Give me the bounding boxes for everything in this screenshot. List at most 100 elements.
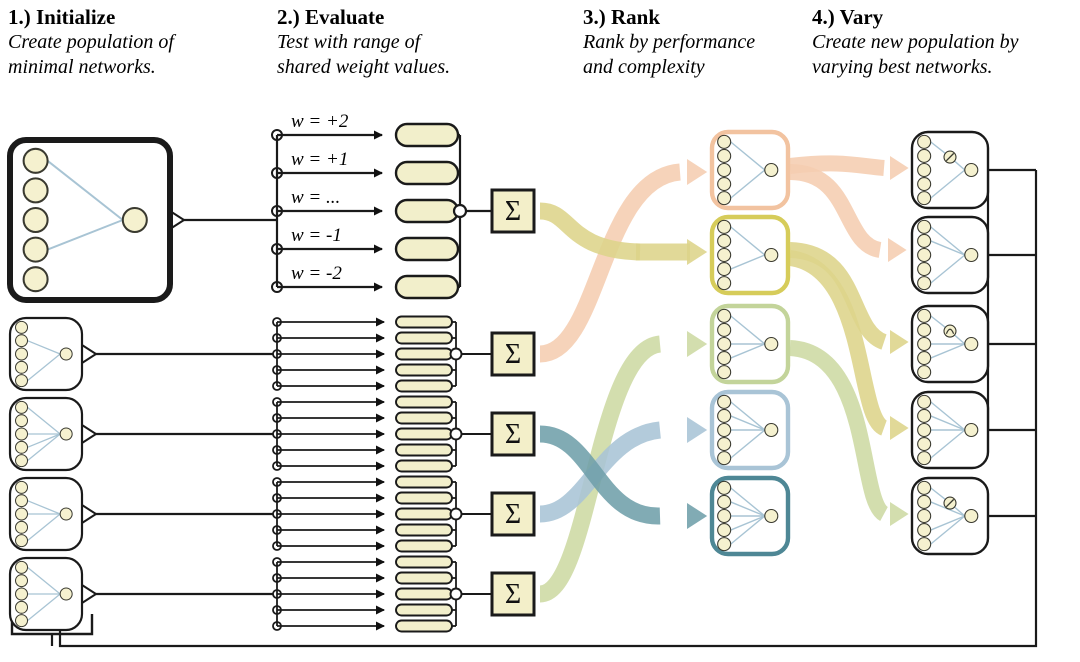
input-node bbox=[917, 219, 932, 234]
ranked-network-4 bbox=[709, 389, 791, 471]
output-arrow-head bbox=[81, 343, 98, 365]
trial-result-pill bbox=[395, 491, 453, 505]
trial-junction-node bbox=[449, 427, 463, 441]
input-node bbox=[15, 587, 29, 601]
input-node bbox=[15, 534, 29, 548]
trial-result-pill bbox=[395, 427, 453, 441]
ribbon-arrow-rank-3 bbox=[687, 331, 708, 357]
input-node bbox=[917, 336, 932, 352]
ribbon-arrow-vary-c bbox=[890, 330, 909, 354]
varied-network-5 bbox=[910, 476, 990, 556]
ribbon-arrow-vary-d bbox=[890, 416, 909, 440]
varied-network-4 bbox=[910, 390, 990, 470]
input-node bbox=[717, 422, 732, 438]
input-node bbox=[15, 507, 29, 521]
ribbon-vary-a bbox=[789, 164, 883, 258]
trial-result-pill bbox=[395, 395, 453, 409]
output-node bbox=[764, 247, 779, 263]
trial-result-pill bbox=[395, 555, 453, 569]
trial-result-pill bbox=[395, 475, 453, 489]
trial-result-pill bbox=[395, 459, 453, 473]
input-node bbox=[917, 365, 932, 380]
ribbon-arrow-rank-5 bbox=[687, 503, 708, 529]
trial-result-pill bbox=[394, 198, 460, 224]
sigma-glyph: Σ bbox=[505, 339, 521, 370]
ranked-network-2 bbox=[709, 214, 791, 296]
ribbon-arrow-rank-2 bbox=[687, 239, 708, 265]
input-node bbox=[717, 262, 732, 277]
weight-label: w = -2 bbox=[291, 263, 342, 284]
input-node bbox=[917, 322, 932, 337]
input-node bbox=[917, 162, 932, 178]
input-node bbox=[717, 148, 732, 163]
trial-result-pill bbox=[395, 411, 453, 425]
input-node bbox=[15, 320, 29, 334]
input-node bbox=[22, 236, 49, 263]
output-node bbox=[964, 336, 979, 352]
input-node bbox=[15, 440, 29, 454]
input-node bbox=[15, 574, 29, 588]
varied-network-1 bbox=[910, 130, 990, 210]
population-member-1 bbox=[8, 316, 84, 392]
ranked-network-1 bbox=[709, 129, 791, 211]
trial-result-pill bbox=[394, 122, 460, 148]
input-node bbox=[917, 191, 932, 206]
sigma-glyph: Σ bbox=[505, 419, 521, 450]
ribbon-arrow-vary-a bbox=[888, 238, 907, 262]
output-node bbox=[59, 587, 73, 601]
ranked-network-5 bbox=[709, 475, 791, 557]
sigma-glyph: Σ bbox=[505, 579, 521, 610]
trial-junction-node bbox=[449, 507, 463, 521]
weight-label: w = +1 bbox=[291, 149, 348, 170]
population-member-2 bbox=[8, 396, 84, 472]
input-node bbox=[717, 537, 732, 552]
population-member-4 bbox=[8, 556, 84, 632]
input-node bbox=[917, 177, 932, 192]
input-node bbox=[717, 219, 732, 234]
input-node bbox=[917, 537, 932, 552]
sigma-glyph: Σ bbox=[505, 499, 521, 530]
output-node bbox=[764, 422, 779, 438]
input-node bbox=[15, 427, 29, 441]
input-node bbox=[717, 247, 732, 263]
output-node bbox=[964, 508, 979, 524]
ribbon-arrow-rank-4 bbox=[687, 417, 708, 443]
input-node bbox=[22, 266, 49, 293]
initialize-seed-network bbox=[7, 137, 173, 303]
output-node bbox=[764, 162, 779, 178]
trial-result-pill bbox=[395, 571, 453, 585]
input-node bbox=[15, 400, 29, 414]
output-node bbox=[764, 336, 779, 352]
input-node bbox=[15, 520, 29, 534]
input-node bbox=[917, 394, 932, 409]
weight-label: w = +2 bbox=[291, 111, 349, 132]
input-node bbox=[917, 494, 932, 509]
input-node bbox=[917, 408, 932, 423]
diagram-canvas: Σ Σ Σ Σ Σ w = +2 w = +1 w = ... w = -1 w = -2 bbox=[7, 111, 1038, 648]
input-node bbox=[717, 177, 732, 192]
trial-result-pill bbox=[395, 331, 453, 345]
ribbon-vary-b bbox=[789, 155, 885, 176]
input-node bbox=[917, 480, 932, 495]
input-node bbox=[15, 480, 29, 494]
output-node bbox=[764, 508, 779, 524]
input-node bbox=[717, 233, 732, 248]
input-node bbox=[917, 508, 932, 524]
input-node bbox=[917, 233, 932, 248]
input-node bbox=[917, 523, 932, 538]
input-node bbox=[717, 351, 732, 366]
trial-result-pill bbox=[395, 363, 453, 377]
input-node bbox=[15, 347, 29, 361]
output-node bbox=[59, 347, 73, 361]
input-node bbox=[15, 600, 29, 614]
input-node bbox=[917, 308, 932, 323]
input-node bbox=[917, 262, 932, 277]
population-member-3 bbox=[8, 476, 84, 552]
output-arrow-head bbox=[81, 423, 98, 445]
input-node bbox=[717, 480, 732, 495]
trial-result-pill bbox=[395, 379, 453, 393]
input-node bbox=[717, 322, 732, 337]
trial-result-pill bbox=[394, 160, 460, 186]
hidden-node bbox=[943, 324, 957, 338]
input-node bbox=[917, 351, 932, 366]
